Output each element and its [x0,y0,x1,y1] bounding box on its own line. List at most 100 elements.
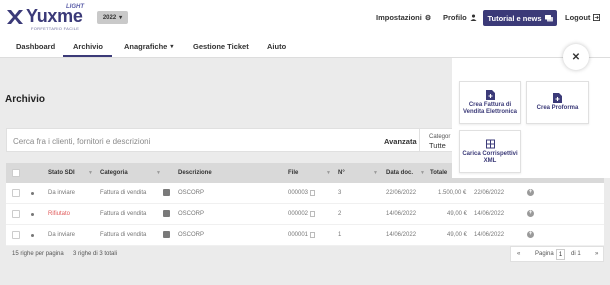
rows-count: 3 righe di 3 totali [73,251,118,257]
file-icon[interactable] [310,211,315,217]
logo-tag: LIGHT [66,4,84,10]
user-icon [470,14,477,21]
nav-archivio-label: Archivio [73,42,104,51]
document-plus-icon [485,89,495,100]
tutorial-news-button[interactable]: Tutorial e news [483,10,557,26]
nav-aiuto[interactable]: Aiuto [267,42,286,51]
cell-stato: Rifiutato [48,211,71,217]
active-tab-indicator [63,55,112,57]
create-proforma-label: Crea Proforma [536,105,579,111]
file-icon[interactable] [310,232,315,238]
table-row[interactable]: Da inviare Fattura di vendita OSCORP 000… [6,225,604,246]
nav-anagrafiche[interactable]: Anagrafiche ▾ [124,42,173,51]
cell-file: 000002 [288,211,309,217]
nav-gestione-label: Gestione Ticket [193,42,249,51]
col-categoria[interactable]: Categoria [100,170,128,176]
caret-down-icon: ▾ [170,44,174,50]
col-num[interactable]: N° [338,170,345,176]
page-title: Archivio [5,94,46,105]
gear-icon: ⚙ [424,14,432,22]
col-data[interactable]: Data doc. [386,170,413,176]
impostazioni-label: Impostazioni [376,13,422,22]
expand-icon[interactable]: + [527,231,534,238]
pager-label: Pagina [535,251,554,257]
rows-per-page[interactable]: 15 righe per pagina [12,251,64,257]
create-invoice-tile[interactable]: Crea Fattura di Vendita Elettronica [459,81,521,124]
cell-num: 3 [338,190,342,196]
sort-icon[interactable]: ▼ [373,170,378,176]
year-value: 2022 [102,14,117,21]
nav-anagrafiche-label: Anagrafiche [124,42,168,51]
logo[interactable]: Yuxme LIGHT FORFETTARIO FACILE [6,4,90,33]
cell-totale: 1.500,00 € [438,190,467,196]
logout-link[interactable]: Logout [565,13,601,22]
col-data-label: Data doc. [386,170,414,176]
sort-icon[interactable]: ▼ [156,170,161,176]
sort-icon[interactable]: ▼ [420,170,425,176]
col-file-label: File [288,170,299,176]
cell-file: 000003 [288,190,309,196]
cell-data: 14/06/2022 [386,211,417,217]
page-input[interactable]: 1 [556,249,565,260]
chat-icon [544,14,553,21]
create-invoice-label: Crea Fattura di Vendita Elettronica [462,101,517,115]
table-row[interactable]: Rifiutato Fattura di vendita OSCORP 0000… [6,204,604,225]
top-bar: Yuxme LIGHT FORFETTARIO FACILE 2022 ▾ Im… [0,0,610,34]
col-stato-label: Stato SDI [48,170,75,176]
expand-icon[interactable]: + [527,210,534,217]
logout-icon [593,14,601,21]
pagination: « Pagina 1 di 1 » [510,246,604,262]
prev-page-icon[interactable]: « [517,251,520,257]
search-input[interactable] [13,135,313,147]
col-descrizione[interactable]: Descrizione [178,170,212,176]
pdf-icon[interactable] [163,189,170,196]
cell-data: 14/06/2022 [386,232,417,238]
tutorial-label: Tutorial e news [487,13,542,23]
nav-gestione-ticket[interactable]: Gestione Ticket [193,42,249,51]
cell-data-2: 14/06/2022 [474,232,505,238]
row-checkbox[interactable] [12,189,20,197]
logo-subtitle: FORFETTARIO FACILE [31,26,80,31]
advanced-search-button[interactable]: Avanzata [384,137,417,146]
upload-xml-tile[interactable]: Carica Corrispettivi XML [459,130,521,173]
search-bar: Avanzata [6,128,420,152]
col-descrizione-label: Descrizione [178,170,212,176]
sort-icon[interactable]: ▼ [326,170,331,176]
col-file[interactable]: File [288,170,298,176]
year-select[interactable]: 2022 ▾ [97,11,128,24]
pdf-icon[interactable] [163,231,170,238]
cell-num: 2 [338,211,342,217]
document-plus-icon [553,93,562,103]
cell-categoria: Fattura di vendita [100,232,147,238]
cell-data: 22/06/2022 [386,190,417,196]
next-page-icon[interactable]: » [595,251,598,257]
category-value: Tutte [429,141,446,150]
profilo-link[interactable]: Profilo [443,13,477,22]
col-stato[interactable]: Stato SDI [48,170,75,176]
grid-icon [485,139,495,148]
file-icon[interactable] [310,190,315,196]
close-icon[interactable]: ✕ [563,44,589,70]
row-checkbox[interactable] [12,231,20,239]
main-nav: Dashboard Archivio Anagrafiche ▾ Gestione… [0,34,610,58]
create-proforma-tile[interactable]: Crea Proforma [526,81,589,124]
col-totale-label: Totale [430,170,448,176]
nav-dashboard[interactable]: Dashboard [16,42,55,51]
nav-archivio[interactable]: Archivio [73,42,103,51]
row-checkbox[interactable] [12,210,20,218]
select-all-checkbox[interactable] [12,169,20,177]
status-dot [31,234,34,237]
cell-file: 000001 [288,232,309,238]
expand-icon[interactable]: + [527,189,534,196]
cell-categoria: Fattura di vendita [100,211,147,217]
pdf-icon[interactable] [163,210,170,217]
profilo-label: Profilo [443,13,467,22]
sort-icon[interactable]: ▼ [88,170,93,176]
cell-stato: Da inviare [48,232,76,238]
cell-totale: 49,00 € [447,211,468,217]
status-dot [31,213,34,216]
table-row[interactable]: Da inviare Fattura di vendita OSCORP 000… [6,183,604,204]
impostazioni-link[interactable]: Impostazioni ⚙ [376,13,431,22]
cell-stato: Da inviare [48,190,76,196]
col-totale[interactable]: Totale [430,170,447,176]
